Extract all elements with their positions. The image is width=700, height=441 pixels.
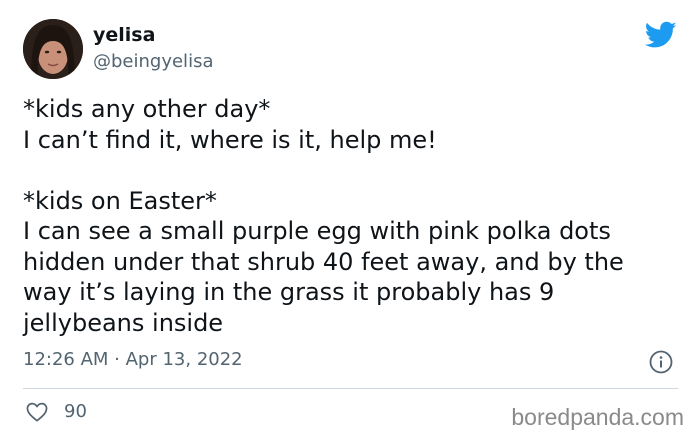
tweet-line: way it’s laying in the grass it probably… [23, 278, 555, 306]
tweet-card: yelisa @beingyelisa *kids any other day*… [0, 0, 700, 441]
twitter-bird-icon[interactable] [645, 21, 677, 49]
divider [23, 388, 678, 389]
tweet-line: hidden under that shrub 40 feet away, an… [23, 247, 624, 276]
tweet-line: *kids on Easter* [23, 186, 217, 215]
tweet-line: I can see a small purple egg with pink p… [23, 217, 611, 245]
tweet-text: *kids any other day* I can’t find it, wh… [23, 94, 683, 338]
handle[interactable]: @beingyelisa [93, 51, 213, 73]
watermark: boredpanda.com [511, 404, 684, 430]
display-name[interactable]: yelisa [93, 24, 155, 46]
info-icon[interactable] [649, 350, 673, 374]
heart-icon[interactable] [26, 402, 48, 422]
tweet-line: I can’t find it, where is it, help me! [23, 125, 437, 154]
tweet-line: *kids any other day* [23, 95, 271, 123]
like-count[interactable]: 90 [64, 401, 87, 423]
avatar[interactable] [23, 19, 83, 79]
tweet-timestamp[interactable]: 12:26 AM · Apr 13, 2022 [23, 349, 243, 371]
tweet-line: jellybeans inside [23, 308, 224, 337]
